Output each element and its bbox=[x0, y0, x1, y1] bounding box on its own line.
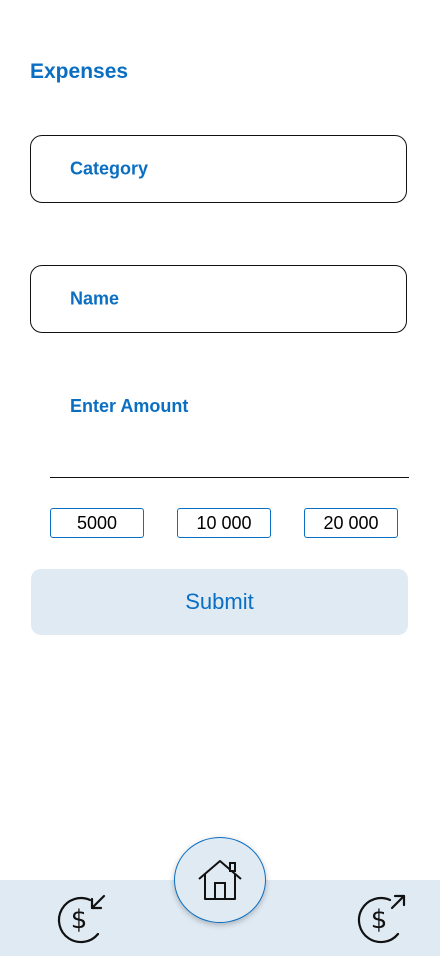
name-field[interactable]: Name bbox=[30, 265, 407, 333]
category-placeholder: Category bbox=[70, 158, 149, 179]
svg-text:$: $ bbox=[71, 905, 88, 935]
page-title: Expenses bbox=[30, 60, 129, 83]
home-button[interactable] bbox=[174, 837, 266, 923]
home-icon bbox=[198, 860, 242, 900]
svg-text:$: $ bbox=[371, 905, 388, 935]
expense-money-icon[interactable]: $ bbox=[354, 890, 410, 946]
income-money-icon[interactable]: $ bbox=[54, 890, 110, 946]
name-placeholder: Name bbox=[70, 288, 120, 309]
quick-amount-5000-button[interactable]: 5000 bbox=[50, 508, 144, 538]
quick-amount-10000-button[interactable]: 10 000 bbox=[177, 508, 271, 538]
submit-button[interactable]: Submit bbox=[31, 569, 408, 635]
category-field[interactable]: Category bbox=[30, 135, 407, 203]
amount-placeholder: Enter Amount bbox=[70, 396, 189, 416]
quick-amount-20000-button[interactable]: 20 000 bbox=[304, 508, 398, 538]
amount-input[interactable]: Enter Amount bbox=[50, 380, 409, 478]
